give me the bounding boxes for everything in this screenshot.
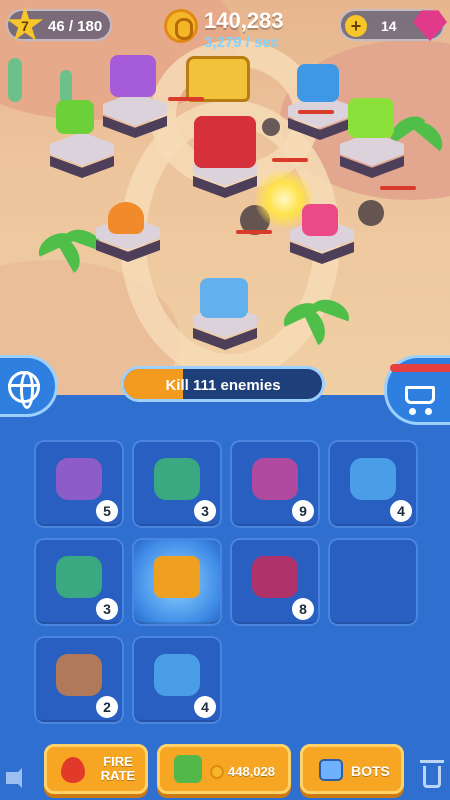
pink-drill-turret-icon[interactable] xyxy=(252,458,298,500)
xp-progress: 46 / 180 xyxy=(48,18,103,35)
orange-flame-turret-icon[interactable] xyxy=(108,202,144,234)
magenta-twin-turret-icon[interactable] xyxy=(252,556,298,598)
buy-price: 448,028 xyxy=(228,764,275,779)
red-twin-turret-icon[interactable] xyxy=(194,116,256,168)
enemy-health-bar xyxy=(380,186,416,190)
inventory-slot[interactable]: 8 xyxy=(230,538,320,626)
inventory-slot[interactable]: 4 xyxy=(328,440,418,528)
blue-cannon-turret-icon[interactable] xyxy=(154,654,200,696)
treasure-chest-icon xyxy=(186,56,250,102)
green-cannon-turret-icon xyxy=(174,755,202,783)
level-number: 7 xyxy=(21,18,29,34)
coin-icon xyxy=(210,765,224,779)
turret-level-badge: 2 xyxy=(96,696,118,718)
brown-mortar-turret-icon[interactable] xyxy=(56,654,102,696)
blue-cannon-turret-icon[interactable] xyxy=(200,278,248,318)
robot-icon xyxy=(319,759,343,781)
trash-icon[interactable] xyxy=(420,760,444,788)
turret-pedestal[interactable] xyxy=(50,132,114,178)
turret-level-badge: 8 xyxy=(292,598,314,620)
turret-level-badge: 4 xyxy=(194,696,216,718)
speaker-icon[interactable] xyxy=(6,768,22,788)
bots-label: BOTS xyxy=(351,763,390,779)
explosion-splat xyxy=(358,200,384,226)
pink-drill-turret-icon[interactable] xyxy=(302,204,338,236)
coin-icon xyxy=(164,9,198,43)
fire-rate-button[interactable]: FIRE RATE xyxy=(44,744,148,794)
mission-progress-bar: Kill 111 enemies xyxy=(121,366,325,402)
turret-level-badge: 9 xyxy=(292,500,314,522)
inventory-slot[interactable]: 5 xyxy=(34,440,124,528)
enemy-health-bar xyxy=(272,158,308,162)
globe-location-icon xyxy=(8,371,40,409)
fire-stopwatch-icon xyxy=(61,757,85,783)
shop-button[interactable] xyxy=(384,355,450,425)
cactus xyxy=(60,70,72,104)
mystery-crate-icon[interactable] xyxy=(154,556,200,598)
shopping-cart-icon xyxy=(405,386,435,404)
enemy-health-bar xyxy=(168,97,204,101)
green-cannon-turret-icon[interactable] xyxy=(56,556,102,598)
bots-button[interactable]: BOTS xyxy=(300,744,404,794)
fire-rate-label: FIRE RATE xyxy=(100,754,136,783)
gem-icon xyxy=(413,10,447,41)
inventory-slot[interactable]: 3 xyxy=(34,538,124,626)
inventory-slot[interactable] xyxy=(132,538,222,626)
purple-tank-turret-icon[interactable] xyxy=(110,55,156,97)
purple-tank-turret-icon[interactable] xyxy=(56,458,102,500)
add-gems-icon[interactable]: + xyxy=(345,15,367,37)
turret-health-bar xyxy=(236,230,272,234)
turret-level-badge: 3 xyxy=(194,500,216,522)
gem-amount: 14 xyxy=(381,18,397,34)
mission-label: Kill 111 enemies xyxy=(165,377,281,394)
inventory-slot[interactable]: 2 xyxy=(34,636,124,724)
inventory-slot[interactable]: 3 xyxy=(132,440,222,528)
turret-level-badge: 4 xyxy=(390,500,412,522)
inventory-slot[interactable]: 9 xyxy=(230,440,320,528)
green-skull-turret-icon[interactable] xyxy=(348,98,394,138)
green-cannon-turret-icon[interactable] xyxy=(56,100,94,134)
gem-counter[interactable]: + 14 xyxy=(339,9,447,41)
inventory-slot[interactable]: 4 xyxy=(132,636,222,724)
blue-cannon-turret-icon[interactable] xyxy=(297,64,339,102)
game-field[interactable]: 7 46 / 180 140,283 3,279 / sec + 14 xyxy=(0,0,450,395)
green-cannon-turret-icon[interactable] xyxy=(154,458,200,500)
turret-health-bar xyxy=(298,110,334,114)
explosion-splat xyxy=(262,118,280,136)
inventory-slot[interactable] xyxy=(328,538,418,626)
turret-pedestal[interactable] xyxy=(340,132,404,178)
coin-counter: 140,283 3,279 / sec xyxy=(164,6,304,56)
blue-cannon-turret-icon[interactable] xyxy=(350,458,396,500)
coin-amount: 140,283 xyxy=(204,8,284,33)
buy-turret-button[interactable]: 448,028 xyxy=(157,744,291,794)
turret-level-badge: 5 xyxy=(96,500,118,522)
coin-rate: 3,279 / sec xyxy=(204,34,280,51)
cactus xyxy=(8,58,22,102)
turret-level-badge: 3 xyxy=(96,598,118,620)
level-badge[interactable]: 7 46 / 180 xyxy=(6,6,112,41)
